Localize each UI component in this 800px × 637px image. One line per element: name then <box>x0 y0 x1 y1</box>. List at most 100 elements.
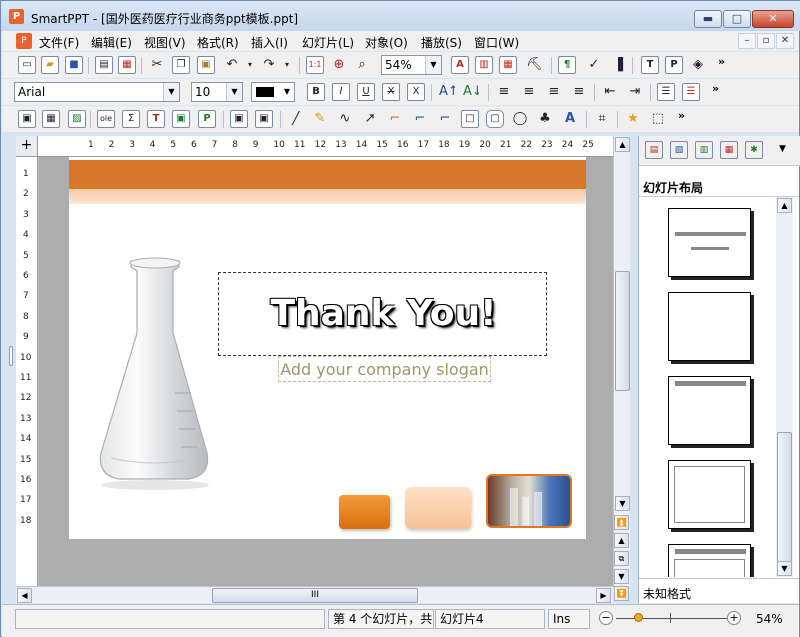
layout-blank[interactable] <box>668 292 751 361</box>
insert-grid-icon[interactable]: ▦ <box>42 110 60 128</box>
zoom-select[interactable]: 54% ▼ <box>381 55 442 75</box>
paragraph-mark-icon[interactable]: ¶ <box>558 56 576 74</box>
rectangle-tool-icon[interactable]: □ <box>461 110 479 128</box>
prev-slide-icon[interactable]: ▲ <box>614 533 629 548</box>
arrow-tool-icon[interactable]: ↗ <box>361 110 379 128</box>
panel-menu-chevron-icon[interactable]: ▼ <box>779 144 786 154</box>
zoom-slider-handle[interactable] <box>634 613 644 622</box>
zoom-icon[interactable]: ⌕ <box>353 56 371 74</box>
insert-picture-icon[interactable]: ▨ <box>68 110 86 128</box>
open-folder-icon[interactable]: ▰ <box>41 56 59 74</box>
menu-file[interactable]: 文件(F) <box>39 34 79 51</box>
curved-connector-icon[interactable]: ⌐ <box>436 110 454 128</box>
underline-icon[interactable]: U <box>357 83 375 101</box>
font-name-select[interactable]: Arial ▼ <box>14 82 180 102</box>
panel-tab-colors[interactable]: ▥ <box>695 141 713 159</box>
cut-icon[interactable]: ✂ <box>148 56 166 74</box>
numbered-list-icon[interactable]: ☰ <box>682 83 700 101</box>
actual-size-icon[interactable]: 1:1 <box>306 56 324 74</box>
spellcheck-icon[interactable]: ✓ <box>585 56 603 74</box>
grow-font-icon[interactable]: A↑ <box>438 83 456 101</box>
insert-page-icon[interactable]: P <box>198 110 216 128</box>
more-format-tools-icon[interactable]: » <box>712 82 719 95</box>
editor-horizontal-scrollbar[interactable]: ◀ III ▶ <box>16 586 613 603</box>
undo-dropdown-icon[interactable]: ▾ <box>241 56 259 74</box>
template-t-icon[interactable]: T <box>641 56 659 74</box>
panel-tab-design[interactable]: ▦ <box>720 141 738 159</box>
redo-icon[interactable]: ↷ <box>260 56 278 74</box>
ruler-corner[interactable]: + <box>16 136 38 157</box>
slide[interactable]: Thank You! Add your company slogan <box>69 157 586 539</box>
mdi-minimize-button[interactable]: – <box>738 33 756 49</box>
peach-shape[interactable] <box>405 487 471 529</box>
ungroup-icon[interactable]: ▣ <box>255 110 273 128</box>
insert-textbox-icon[interactable]: T <box>147 110 165 128</box>
curve-tool-icon[interactable]: ∿ <box>336 110 354 128</box>
statistics-icon[interactable]: ▐ <box>609 56 627 74</box>
menu-view[interactable]: 视图(V) <box>144 34 186 51</box>
template-p-icon[interactable]: P <box>665 56 683 74</box>
star-tool-icon[interactable]: ★ <box>624 110 642 128</box>
orange-shape[interactable] <box>339 495 390 529</box>
slide-overview-icon[interactable]: ⧉ <box>614 551 629 566</box>
mdi-restore-button[interactable]: ▫ <box>757 33 775 49</box>
align-center-icon[interactable]: ≡ <box>520 83 538 101</box>
panel-tab-layout[interactable]: ▧ <box>670 141 688 159</box>
selection-tool-icon[interactable]: ⬚ <box>649 110 667 128</box>
layout-title-only[interactable] <box>668 376 751 445</box>
font-color-picker[interactable]: ▼ <box>251 82 295 102</box>
panel-splitter[interactable] <box>630 136 638 603</box>
layout-title-content[interactable] <box>668 544 751 577</box>
close-button[interactable]: ✕ <box>752 10 794 28</box>
document-icon[interactable]: P <box>16 33 32 49</box>
menu-object[interactable]: 对象(O) <box>365 34 408 51</box>
menu-format[interactable]: 格式(R) <box>197 34 239 51</box>
status-insert-mode[interactable]: Ins <box>548 609 590 629</box>
indent-icon[interactable]: ⇥ <box>626 83 644 101</box>
panel-tab-animation[interactable]: ✱ <box>745 141 763 159</box>
scroll-up-icon[interactable]: ▲ <box>777 198 792 213</box>
elbow-connector-icon[interactable]: ⌐ <box>411 110 429 128</box>
align-left-icon[interactable]: ≡ <box>495 83 513 101</box>
scroll-left-icon[interactable]: ◀ <box>17 588 32 603</box>
title-placeholder[interactable]: Thank You! <box>218 272 547 356</box>
text-color-icon[interactable]: A <box>451 56 469 74</box>
crop-tool-icon[interactable]: ⌗ <box>593 110 611 128</box>
group-icon[interactable]: ▣ <box>230 110 248 128</box>
insert-table-icon[interactable]: ▦ <box>499 56 517 74</box>
insert-formula-icon[interactable]: Σ <box>122 110 140 128</box>
zoom-in-button-icon[interactable]: + <box>727 611 741 625</box>
panel-scroll-thumb[interactable] <box>777 432 792 562</box>
first-slide-icon[interactable]: ⏫ <box>614 515 629 530</box>
rounded-rect-tool-icon[interactable]: ▢ <box>486 110 504 128</box>
clear-format-icon[interactable]: X <box>407 83 425 101</box>
shrink-font-icon[interactable]: A↓ <box>462 83 480 101</box>
layout-title-slide[interactable] <box>668 208 751 277</box>
left-splitter-grip[interactable] <box>9 346 13 366</box>
minimize-button[interactable]: ▬ <box>694 10 722 28</box>
scroll-down-icon[interactable]: ▼ <box>777 561 792 576</box>
panel-tab-slides[interactable]: ▤ <box>645 141 663 159</box>
slide-title[interactable]: Thank You! <box>219 293 548 334</box>
print-icon[interactable]: ▤ <box>95 56 113 74</box>
bold-icon[interactable]: B <box>307 83 325 101</box>
shapes-tool-icon[interactable]: ♣ <box>536 110 554 128</box>
slide-slogan[interactable]: Add your company slogan <box>279 360 490 379</box>
next-slide-icon[interactable]: ▼ <box>614 569 629 584</box>
more-tools-icon[interactable]: » <box>718 55 725 68</box>
menu-window[interactable]: 窗口(W) <box>474 34 519 51</box>
menu-edit[interactable]: 编辑(E) <box>91 34 132 51</box>
connector-tool-icon[interactable]: ⌐ <box>386 110 404 128</box>
panel-vertical-scrollbar[interactable]: ▲ ▼ <box>776 197 793 577</box>
pdf-export-icon[interactable]: ▦ <box>118 56 136 74</box>
insert-ole-icon[interactable]: ole <box>97 110 115 128</box>
scroll-up-icon[interactable]: ▲ <box>615 137 630 152</box>
strikethrough-icon[interactable]: X <box>382 83 400 101</box>
align-right-icon[interactable]: ≡ <box>545 83 563 101</box>
zoom-in-icon[interactable]: ⊕ <box>330 56 348 74</box>
mdi-close-button[interactable]: ✕ <box>776 33 794 49</box>
wordart-tool-icon[interactable]: A <box>561 110 579 128</box>
slogan-placeholder[interactable]: Add your company slogan <box>278 356 491 382</box>
zoom-slider[interactable] <box>616 618 728 619</box>
more-draw-tools-icon[interactable]: » <box>678 109 685 122</box>
